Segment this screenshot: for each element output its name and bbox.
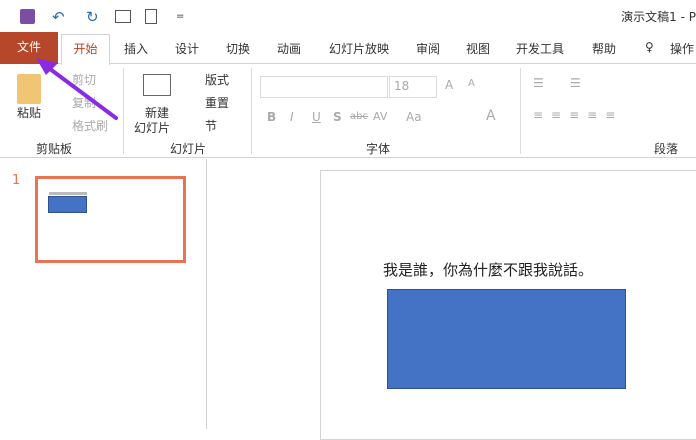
annotation-arrow bbox=[36, 58, 118, 120]
